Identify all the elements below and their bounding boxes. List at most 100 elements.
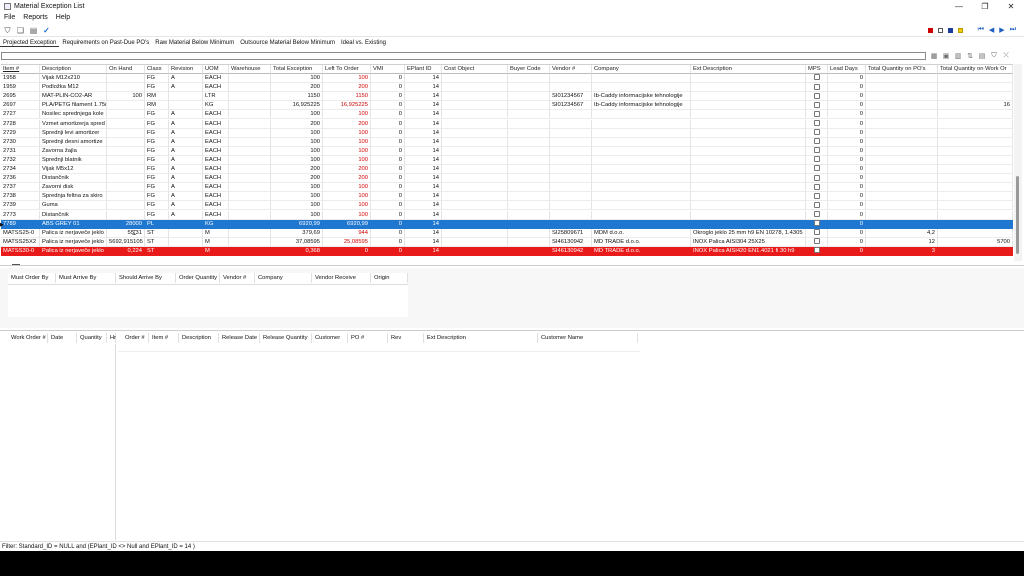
order-panel-body[interactable] <box>8 285 408 317</box>
table-row[interactable]: 2773 Distančnik FG A EACH 100 100 0 14 0 <box>1 210 1013 220</box>
table-row[interactable]: MATSS25-0 Palica iz nerjaveče jeklo 55,31 S… <box>1 228 1013 238</box>
column-header[interactable]: Ext Description <box>424 333 538 343</box>
column-header[interactable]: Class <box>145 65 169 74</box>
column-header[interactable]: UOM <box>203 65 229 74</box>
mps-checkbox[interactable] <box>814 210 820 217</box>
table-row[interactable]: 2731 Zavorna žajla FG A EACH 100 100 0 14 0 <box>1 146 1013 156</box>
status-yellow-icon[interactable] <box>957 27 963 33</box>
sort-icon[interactable]: ⇅ <box>966 52 974 60</box>
grid-tool-icon[interactable]: ▦ <box>930 52 938 60</box>
column-header[interactable]: Total Exception <box>271 65 323 74</box>
column-header[interactable]: Should Arrive By <box>116 273 176 283</box>
column-header[interactable]: Quantity <box>77 333 107 343</box>
columns-icon[interactable]: ▤ <box>978 52 986 60</box>
column-header[interactable]: Item # <box>1 65 40 74</box>
grid-scrollbar[interactable] <box>1014 64 1022 261</box>
table-row[interactable]: 2737 Zavorni disk FG A EACH 100 100 0 14 0 <box>1 183 1013 193</box>
clear-filter-icon[interactable]: ⤬ <box>1002 52 1010 60</box>
column-header[interactable]: Description <box>40 65 107 74</box>
column-header[interactable]: Customer <box>312 333 348 343</box>
mps-checkbox[interactable] <box>814 119 820 126</box>
column-header[interactable]: PO # <box>348 333 388 343</box>
mps-checkbox[interactable] <box>814 220 820 227</box>
column-header[interactable]: Release Date <box>219 333 260 343</box>
check-icon[interactable]: ✓ <box>42 26 51 36</box>
table-row[interactable]: 2734 Vijak M5x12 FG A EACH 200 200 0 14 0 <box>1 165 1013 174</box>
mps-checkbox[interactable] <box>814 74 820 81</box>
minimize-icon[interactable]: — <box>946 0 972 12</box>
status-blue-icon[interactable] <box>947 27 953 33</box>
column-header[interactable]: Order # <box>122 333 149 343</box>
mps-checkbox[interactable] <box>814 138 820 145</box>
table-row[interactable]: 2732 Sprednji blatnik FG A EACH 100 100 0 14 0 <box>1 155 1013 165</box>
mps-checkbox[interactable] <box>814 101 820 108</box>
collapse-handle[interactable] <box>12 264 20 265</box>
table-row[interactable]: 2695 MAT-PLIN-CO2-AR 100 RM LTR 1150 1150 0 14 SI… <box>1 92 1013 102</box>
column-header[interactable]: Must Arrive By <box>56 273 116 283</box>
scroll-thumb[interactable] <box>1016 176 1019 254</box>
status-white-icon[interactable] <box>937 27 943 33</box>
mps-checkbox[interactable] <box>814 92 820 99</box>
last-icon[interactable]: ⏭ <box>1010 26 1016 34</box>
tab-past-due-po[interactable]: Requirements on Past-Due PO's <box>59 40 152 46</box>
table-row[interactable]: MATSS30-0 Palica iz nerjaveče jeklo 0,224 S… <box>1 246 1013 256</box>
folder-icon[interactable]: ▣ <box>942 52 950 60</box>
copy-icon[interactable]: ❏ <box>16 26 25 36</box>
column-header[interactable]: Left To Order <box>323 65 371 74</box>
column-header[interactable]: Release Quantity <box>260 333 312 343</box>
table-row[interactable]: 2738 Sprednja feltna za skiro FG A EACH 100 10… <box>1 192 1013 202</box>
mps-checkbox[interactable] <box>814 201 820 208</box>
column-header[interactable]: Vendor Receive <box>312 273 371 283</box>
column-header[interactable]: Warehouse <box>229 65 271 74</box>
menu-reports[interactable]: Reports <box>19 14 52 21</box>
mps-checkbox[interactable] <box>814 165 820 172</box>
mps-checkbox[interactable] <box>814 229 820 236</box>
tab-raw-material-below-min[interactable]: Raw Material Below Minimum <box>152 40 237 46</box>
prev-icon[interactable]: ◀ <box>989 26 994 34</box>
doc-icon[interactable]: ▤ <box>29 26 38 36</box>
table-row[interactable]: 2728 Vzmet amortizerja spred FG A EACH 200 200… <box>1 119 1013 129</box>
exception-grid[interactable]: Item # Description On Hand Class Revision UOM… <box>1 64 1013 261</box>
mps-checkbox[interactable] <box>814 238 820 245</box>
table-row[interactable]: MATSS25X2 Palica iz nerjaveče jeklo 5692,9… <box>1 237 1013 247</box>
table-row[interactable]: 2697 PLA/PETG filament 1.75m RM KG 16,925225… <box>1 101 1013 111</box>
table-row[interactable]: 1959 Podložka M12 FG A EACH 200 200 0 14 0 <box>1 83 1013 93</box>
table-row[interactable]: 2727 Nosilec sprednjega kole FG A EACH 100 100… <box>1 110 1013 120</box>
close-icon[interactable]: ✕ <box>998 0 1024 12</box>
column-header[interactable]: Buyer Code <box>508 65 550 74</box>
table-row[interactable]: 1958 Vijak M12x210 FG A EACH 100 100 0 14 0 <box>1 74 1013 83</box>
column-header[interactable]: Date <box>48 333 77 343</box>
mps-checkbox[interactable] <box>814 174 820 181</box>
column-header[interactable]: Customer Name <box>538 333 638 343</box>
splitter-lower[interactable] <box>0 330 1024 331</box>
grid-filter-icon[interactable]: ⛉ <box>990 52 998 60</box>
column-header[interactable]: Company <box>255 273 312 283</box>
column-header[interactable]: Total Quantity on Work Or <box>938 65 1013 74</box>
table-row[interactable]: 7789 ABS GREY 01 28000 PL KG 6920,99 6920,99 0 1… <box>1 219 1013 229</box>
work-order-body[interactable] <box>0 344 116 540</box>
mps-checkbox[interactable] <box>814 247 820 254</box>
status-red-icon[interactable] <box>927 27 933 33</box>
filter-input[interactable] <box>1 52 926 60</box>
mps-checkbox[interactable] <box>814 147 820 154</box>
mps-checkbox[interactable] <box>814 83 820 90</box>
column-header[interactable]: Description <box>179 333 219 343</box>
column-header[interactable]: Total Quantity on PO's <box>866 65 938 74</box>
column-header[interactable]: Vendor # <box>220 273 255 283</box>
menu-file[interactable]: File <box>0 14 19 21</box>
mps-checkbox[interactable] <box>814 156 820 163</box>
mps-checkbox[interactable] <box>814 183 820 190</box>
column-header[interactable]: Order Quantity <box>176 273 220 283</box>
column-header[interactable]: Revision <box>169 65 203 74</box>
next-icon[interactable]: ▶ <box>999 26 1004 34</box>
table-row[interactable]: 2730 Sprednji desni amortize FG A EACH 100 100… <box>1 137 1013 147</box>
mps-checkbox[interactable] <box>814 110 820 117</box>
first-icon[interactable]: ⏮ <box>978 26 984 34</box>
column-header[interactable]: Item # <box>149 333 179 343</box>
column-header[interactable]: Rev <box>388 333 424 343</box>
column-header[interactable]: Ext Description <box>691 65 806 74</box>
release-body[interactable] <box>118 344 640 352</box>
mps-checkbox[interactable] <box>814 129 820 136</box>
restore-icon[interactable]: ❐ <box>972 0 998 12</box>
filter-icon[interactable]: ⛉ <box>3 26 12 36</box>
